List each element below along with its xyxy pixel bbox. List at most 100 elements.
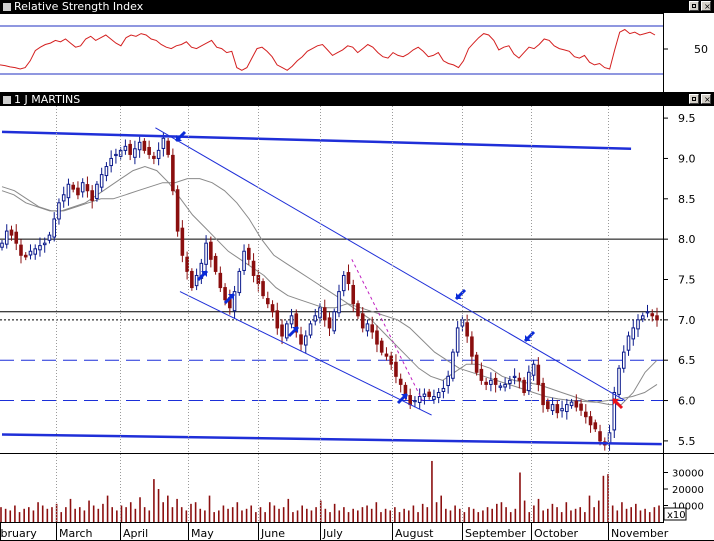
candle-body-116 [550,404,555,412]
candle-body-68 [322,307,327,321]
candle-body-47 [223,287,227,301]
candle-body-126 [598,431,602,442]
candle-body-131 [621,351,626,369]
candle-body-59 [280,324,284,337]
candle-body-100 [474,354,479,373]
price-tick-label-4: 7.5 [678,274,696,287]
candle-body-124 [588,416,593,426]
volume-tick-label-1: 20000 [672,485,704,496]
month-label-2: April [123,527,148,540]
candle-body-0 [0,242,4,248]
candle-body-46 [218,272,223,289]
candle-body-104 [493,377,498,385]
candle-body-132 [626,335,631,351]
candle-body-82 [389,355,393,365]
trend-line-3 [179,291,432,416]
candle-body-125 [593,422,598,430]
volume-y-ticks: 300002000010000 [663,469,704,513]
candle-body-91 [432,396,436,400]
candle-body-99 [470,336,474,357]
candle-body-134 [636,319,640,330]
candle-body-81 [384,353,389,357]
candle-body-109 [517,377,522,381]
candle-body-110 [522,379,526,393]
candle-body-52 [247,247,251,260]
month-label-9: November [611,527,669,540]
candle-body-137 [650,313,655,317]
candle-body-8 [38,245,42,251]
candle-body-108 [512,375,517,378]
volume-tick-label-0: 30000 [672,469,704,480]
candle-body-24 [114,153,118,157]
candle-body-23 [109,157,113,167]
candle-body-135 [640,315,645,320]
moving-average-line-0 [1,165,658,406]
candle-body-4 [19,244,23,256]
price-tick-label-5: 7.0 [678,314,696,327]
candle-body-27 [128,143,132,155]
candle-body-102 [484,381,488,385]
candle-body-94 [446,375,450,387]
candle-body-11 [52,218,57,238]
candle-body-56 [266,298,270,305]
candle-body-6 [28,250,33,256]
price-y-ticks: 9.5 9.0 8.5 8.0 7.5 7.0 6.5 6.0 5.5 [663,112,696,448]
candle-body-19 [90,190,94,201]
month-label-3: May [191,527,214,540]
candle-body-93 [441,387,446,393]
price-tick-label-7: 6.0 [678,395,696,408]
candle-body-117 [555,404,560,414]
rsi-tick-label: 50 [694,43,708,56]
candle-body-80 [379,340,384,353]
month-label-6: August [395,527,434,540]
candle-body-22 [104,166,109,177]
candle-body-106 [503,383,507,388]
trend-line-1 [1,433,662,446]
candle-body-72 [341,274,346,292]
candle-body-7 [33,248,38,255]
candle-body-35 [166,140,170,155]
moving-averages [1,165,658,406]
candle-body-88 [417,396,422,403]
price-tick-label-8: 5.5 [678,435,696,448]
candle-body-45 [213,255,218,272]
price-tick-label-2: 8.5 [678,193,696,206]
candle-body-5 [23,254,28,258]
candle-body-136 [645,311,650,314]
rsi-series-line [0,28,656,71]
candle-body-90 [427,391,431,398]
candle-body-9 [42,242,47,246]
candle-body-51 [242,250,246,271]
candle-body-129 [612,391,617,431]
candle-body-121 [574,400,579,408]
candle-body-64 [303,335,308,346]
month-label-5: July [322,527,343,540]
candle-body-20 [95,183,99,199]
candle-body-138 [655,315,659,321]
candle-body-61 [289,315,294,325]
candle-body-101 [479,368,484,381]
candle-body-12 [57,202,61,220]
candle-body-83 [394,361,398,377]
candle-body-17 [80,182,85,193]
candle-body-60 [284,323,289,339]
price-panel: 9.5 9.0 8.5 8.0 7.5 7.0 6.5 6.0 5.5 [0,106,714,454]
candle-body-3 [14,231,19,244]
candle-body-43 [204,242,208,265]
price-tick-label-0: 9.5 [678,112,696,125]
candle-body-41 [194,274,199,287]
candle-body-87 [413,400,417,403]
candle-body-115 [546,401,550,410]
candle-body-74 [351,284,356,305]
candle-body-70 [332,311,337,332]
candle-body-31 [147,146,151,155]
candle-body-112 [531,363,536,376]
candle-body-89 [422,393,427,398]
candle-body-36 [171,154,175,192]
candle-body-40 [190,270,194,289]
month-label-1: March [59,527,93,540]
candle-body-130 [617,367,621,395]
month-label-4: June [260,527,285,540]
candle-body-38 [180,227,185,256]
price-tick-label-3: 8.0 [678,233,696,246]
